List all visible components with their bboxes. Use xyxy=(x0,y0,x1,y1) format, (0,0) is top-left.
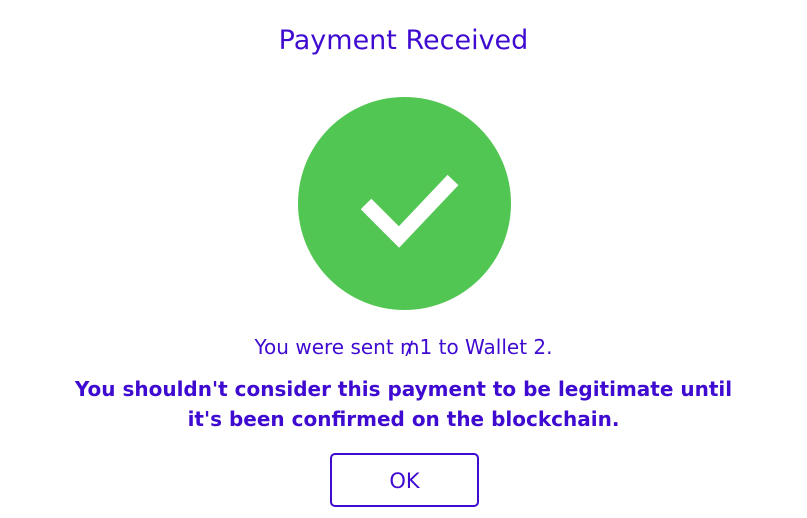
dialog-title: Payment Received xyxy=(278,25,529,56)
success-check-icon xyxy=(298,97,511,310)
checkmark-icon xyxy=(360,174,459,248)
ok-button[interactable]: OK xyxy=(330,453,479,507)
payment-message: You were sent ₥1 to Wallet 2. xyxy=(254,335,553,359)
confirmation-warning: You shouldn't consider this payment to b… xyxy=(74,377,733,431)
payment-received-dialog: Payment Received You were sent ₥1 to Wal… xyxy=(0,0,807,518)
